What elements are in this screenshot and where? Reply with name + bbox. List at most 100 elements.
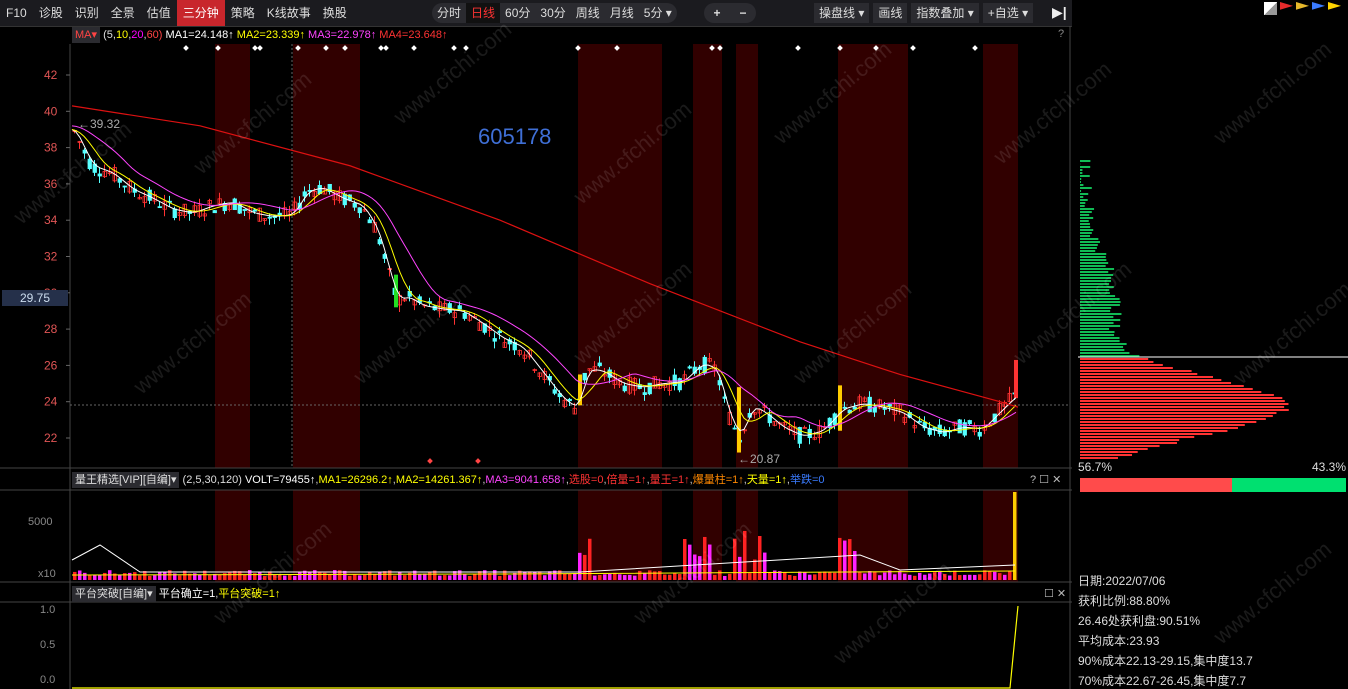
- volume-bar: [713, 574, 717, 580]
- volume-bar: [673, 573, 677, 580]
- chip-bar: [1080, 325, 1121, 327]
- volume-bar: [868, 571, 872, 580]
- chip-bar: [1080, 430, 1228, 432]
- volume-bar: [98, 574, 102, 580]
- volume-bar: [328, 574, 332, 580]
- chip-bar: [1080, 442, 1177, 444]
- chip-bar: [1080, 262, 1109, 264]
- chip-bar: [1080, 214, 1090, 216]
- volume-legend: 量王精选[VIP][自编]▾ (2,5,30,120) VOLT=79455↑,…: [72, 472, 825, 488]
- volume-bar: [718, 570, 722, 580]
- volume-bar: [703, 536, 707, 580]
- volume-bar: [93, 574, 97, 580]
- candle-body: [462, 313, 467, 319]
- chip-bar: [1080, 283, 1110, 285]
- platform-indicator-dropdown[interactable]: 平台突破[自编]▾: [72, 586, 156, 602]
- chip-bar: [1080, 250, 1096, 252]
- high-price-label: ←39.32: [78, 117, 121, 131]
- volume-panel-controls[interactable]: ? ☐ ✕: [1030, 473, 1061, 486]
- volume-bar: [723, 575, 727, 580]
- volume-bar: [988, 571, 992, 580]
- volume-bar: [153, 575, 157, 580]
- info-cost-90: 90%成本22.13-29.15,集中度13.7: [1078, 654, 1253, 668]
- chip-bar: [1080, 184, 1084, 186]
- chip-bar: [1080, 322, 1114, 324]
- volume-bar: [403, 575, 407, 580]
- volume-bar: [243, 574, 247, 580]
- volume-bar: [103, 572, 107, 580]
- volume-bar: [548, 571, 552, 580]
- platform-axis-1: 1.0: [40, 604, 56, 616]
- volume-bar: [308, 571, 312, 580]
- candle-body: [567, 398, 572, 402]
- volume-bar: [698, 556, 702, 580]
- volume-bar: [258, 572, 262, 580]
- volume-bar: [418, 573, 422, 580]
- chip-bar: [1080, 439, 1180, 441]
- candle-body: [917, 420, 922, 423]
- volume-bar: [273, 574, 277, 580]
- volume-bar: [448, 575, 452, 580]
- volume-bar: [678, 574, 682, 580]
- volume-bar: [768, 572, 772, 580]
- chip-bar: [1080, 295, 1116, 297]
- candle-body: [212, 210, 217, 214]
- volume-bar: [658, 571, 662, 580]
- volume-bar: [943, 573, 947, 580]
- chip-bar: [1080, 274, 1114, 276]
- chip-bar: [1080, 217, 1094, 219]
- volume-bar: [398, 571, 402, 580]
- volume-axis-unit: x10: [38, 568, 56, 580]
- info-avg-cost: 平均成本:23.93: [1078, 634, 1160, 648]
- chip-bar: [1080, 172, 1083, 174]
- chip-bar: [1080, 253, 1107, 255]
- profit-bar-red: [1080, 478, 1232, 492]
- signal-marker: [383, 45, 389, 51]
- candle-body: [352, 202, 357, 208]
- chip-bar: [1080, 382, 1232, 384]
- chip-bar: [1080, 448, 1148, 450]
- platform-axis-05: 0.5: [40, 639, 56, 651]
- candle-body: [242, 209, 247, 211]
- platform-legend: 平台突破[自编]▾ 平台确立=1,平台突破=1↑: [72, 586, 280, 602]
- candle-body: [967, 420, 972, 425]
- chip-bar: [1080, 307, 1112, 309]
- signal-marker: [972, 45, 978, 51]
- price-tick-label: 22: [44, 431, 58, 445]
- volume-bar: [763, 552, 767, 580]
- current-price-label: 29.75: [2, 290, 68, 306]
- profile-right-pct: 43.3%: [1312, 460, 1347, 474]
- candle-signal: [737, 387, 741, 453]
- volume-bar: [858, 572, 862, 580]
- chip-bar: [1080, 166, 1091, 168]
- volume-bar: [348, 575, 352, 580]
- chip-bar: [1080, 337, 1120, 339]
- volume-bar: [738, 556, 742, 580]
- volume-bar: [913, 575, 917, 580]
- candle-body: [97, 173, 102, 177]
- volume-indicator-dropdown[interactable]: 量王精选[VIP][自编]▾: [72, 472, 180, 488]
- volume-bar: [163, 571, 167, 580]
- volume-bar: [568, 573, 572, 580]
- chip-bar: [1080, 400, 1285, 402]
- volume-bar: [993, 571, 997, 580]
- platform-panel-controls[interactable]: ☐ ✕: [1044, 587, 1066, 600]
- volume-bar: [618, 574, 622, 580]
- volume-bar: [128, 572, 132, 580]
- price-tick-label: 34: [44, 213, 58, 227]
- chip-bar: [1080, 340, 1120, 342]
- chip-bar: [1080, 352, 1130, 354]
- volume-bar: [633, 575, 637, 580]
- volume-bar: [378, 571, 382, 580]
- candle-body: [172, 208, 177, 219]
- candle-body: [622, 385, 627, 392]
- price-tick-label: 42: [44, 68, 58, 82]
- chip-bar: [1080, 301, 1121, 303]
- chip-bar: [1080, 373, 1198, 375]
- chip-bar: [1080, 406, 1285, 408]
- price-tick-label: 38: [44, 141, 58, 155]
- chip-bar: [1080, 265, 1106, 267]
- chip-bar: [1080, 160, 1091, 162]
- signal-band: [293, 44, 360, 468]
- signal-band-volume: [293, 490, 360, 582]
